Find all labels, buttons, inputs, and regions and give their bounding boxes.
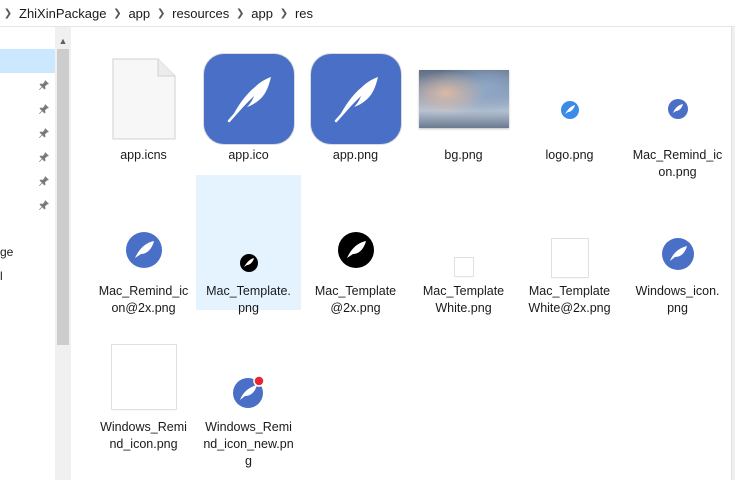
file-label: Windows_Remi nd_icon_new.pn g (203, 420, 294, 468)
navigation-pane: ge l (0, 27, 55, 480)
nav-item-partial[interactable]: l (0, 269, 3, 283)
pin-icon[interactable] (38, 103, 50, 115)
file-item-bg-png[interactable]: bg.png (411, 39, 516, 174)
file-label: Mac_Template White@2x.png (528, 284, 611, 315)
file-item-mac-remind-icon-png[interactable]: Mac_Remind_ic on.png (625, 39, 730, 179)
windows-icon (661, 238, 694, 270)
nav-selected-item[interactable] (0, 49, 55, 73)
file-label: Windows_Remi nd_icon.png (100, 420, 187, 451)
chevron-right-icon[interactable]: ❯ (232, 8, 248, 19)
template-icon (239, 254, 258, 272)
chevron-right-icon[interactable]: ❯ (153, 8, 169, 19)
file-list-view: app.icns app.ico app.png bg.png logo.png… (71, 27, 731, 480)
file-item-mac-template-2x-png[interactable]: Mac_Template @2x.png (303, 175, 408, 315)
file-item-windows-icon-png[interactable]: Windows_icon. png (625, 175, 730, 315)
file-item-windows-remind-icon-png[interactable]: Windows_Remi nd_icon.png (91, 311, 196, 451)
chevron-right-icon[interactable]: ❯ (276, 8, 292, 19)
file-label: app.icns (120, 148, 167, 162)
file-label: bg.png (444, 148, 483, 162)
remind-icon (667, 99, 688, 119)
white-template-icon (454, 258, 473, 276)
file-label: Windows_icon. png (635, 284, 720, 315)
remind-new-icon (232, 375, 265, 408)
breadcrumb-item-resources[interactable]: resources (169, 6, 232, 21)
file-item-app-icns[interactable]: app.icns (91, 39, 196, 174)
breadcrumb-item-res[interactable]: res (292, 6, 316, 21)
scroll-thumb[interactable] (57, 49, 69, 345)
file-item-app-png[interactable]: app.png (303, 39, 408, 174)
nav-scrollbar[interactable]: ▲ (55, 27, 71, 480)
file-item-windows-remind-icon-new-png[interactable]: Windows_Remi nd_icon_new.pn g (196, 311, 301, 468)
template-icon (337, 232, 374, 268)
file-label: app.ico (228, 148, 269, 162)
file-label: logo.png (545, 148, 594, 162)
file-item-mac-template-white-2x-png[interactable]: Mac_Template White@2x.png (517, 175, 622, 315)
white-image-icon (111, 345, 176, 409)
blurred-background-image (418, 70, 509, 128)
feather-app-icon (203, 54, 294, 144)
chevron-right-icon[interactable]: ❯ (0, 8, 16, 19)
pin-icon[interactable] (38, 151, 50, 163)
window-right-edge (731, 27, 735, 480)
file-item-mac-template-white-png[interactable]: Mac_Template White.png (411, 175, 516, 315)
breadcrumb-item-zhixinpackage[interactable]: ZhiXinPackage (16, 6, 109, 21)
pin-icon[interactable] (38, 175, 50, 187)
file-item-app-ico[interactable]: app.ico (196, 39, 301, 174)
breadcrumb: ❯ ZhiXinPackage ❯ app ❯ resources ❯ app … (0, 0, 735, 27)
feather-app-icon (310, 54, 401, 144)
pin-icon[interactable] (38, 127, 50, 139)
file-explorer-window: ❯ ZhiXinPackage ❯ app ❯ resources ❯ app … (0, 0, 735, 480)
pin-icon[interactable] (38, 79, 50, 91)
breadcrumb-item-app-2[interactable]: app (248, 6, 276, 21)
scroll-up-arrow-icon[interactable]: ▲ (55, 33, 71, 49)
file-label: app.png (332, 148, 379, 162)
file-label: Mac_Template @2x.png (314, 284, 397, 315)
file-item-logo-png[interactable]: logo.png (517, 39, 622, 174)
pin-icon[interactable] (38, 199, 50, 211)
white-template-icon (551, 239, 588, 277)
file-item-mac-remind-icon-2x-png[interactable]: Mac_Remind_ic on@2x.png (91, 175, 196, 315)
nav-item-partial[interactable]: ge (0, 245, 13, 259)
file-label: Mac_Template White.png (422, 284, 505, 315)
remind-icon (125, 232, 162, 268)
blank-document-icon (112, 58, 175, 140)
file-item-mac-template-png[interactable]: Mac_Template. png (196, 175, 301, 315)
breadcrumb-item-app[interactable]: app (125, 6, 153, 21)
logo-icon (560, 101, 579, 119)
chevron-right-icon[interactable]: ❯ (109, 8, 125, 19)
